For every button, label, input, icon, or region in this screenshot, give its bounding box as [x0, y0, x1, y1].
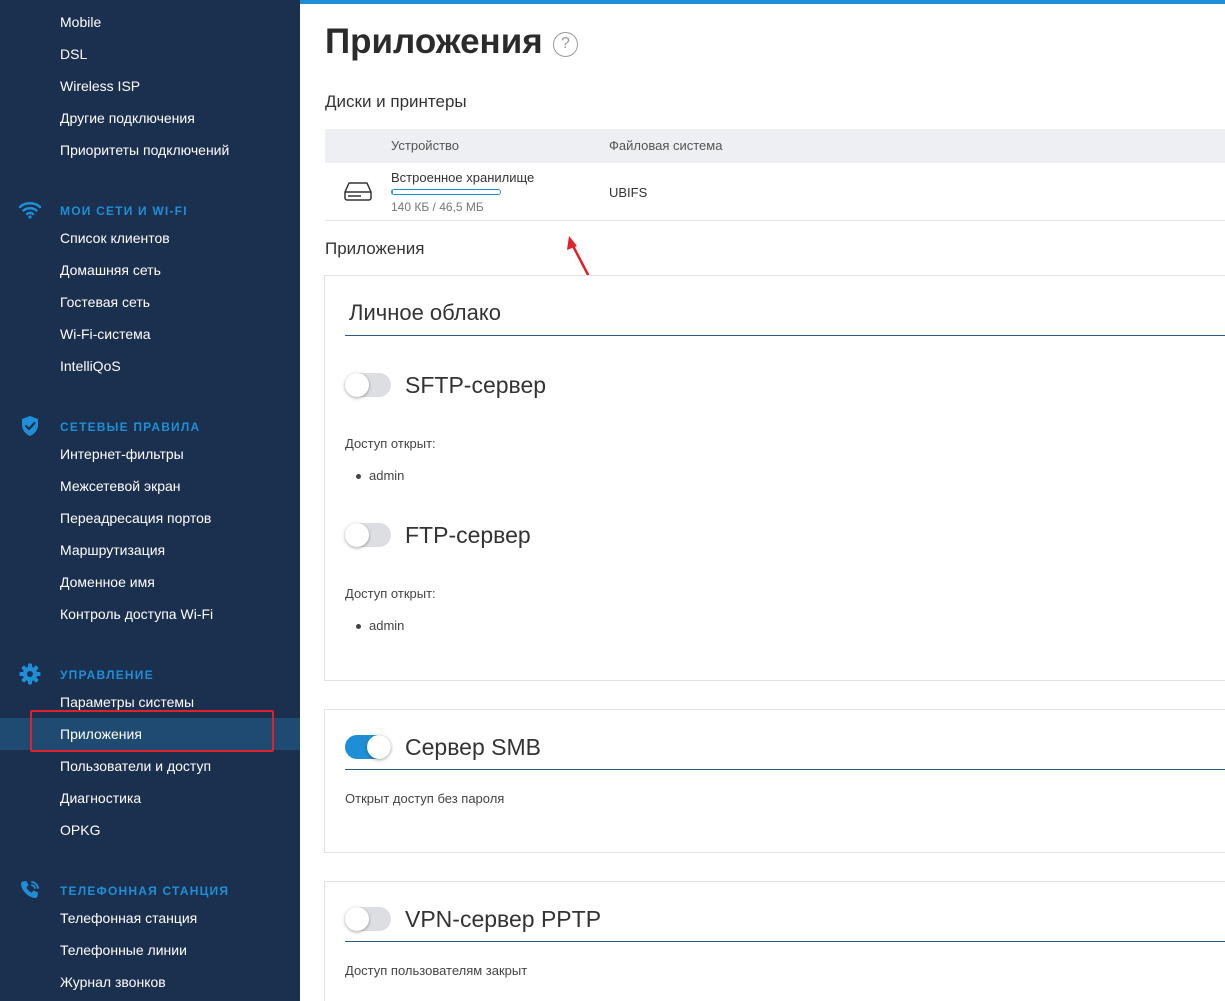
- gear-icon: [19, 663, 41, 685]
- page-title: Приложения: [325, 22, 543, 61]
- nav-item-routing[interactable]: Маршрутизация: [60, 542, 165, 558]
- ftp-access-label: Доступ открыт:: [345, 586, 436, 601]
- nav-item-system-settings[interactable]: Параметры системы: [60, 694, 194, 710]
- pptp-card: VPN-сервер PPTP Доступ пользователям зак…: [324, 881, 1225, 1001]
- nav-item-guest-network[interactable]: Гостевая сеть: [60, 294, 150, 310]
- nav-item-other-connections[interactable]: Другие подключения: [60, 110, 195, 126]
- card-divider: [345, 769, 1225, 770]
- sftp-toggle[interactable]: [345, 373, 391, 397]
- toggle-knob: [345, 907, 369, 931]
- phone-icon: [20, 881, 39, 899]
- nav-item-phone-station[interactable]: Телефонная станция: [60, 910, 197, 926]
- section-title-telephony: ТЕЛЕФОННАЯ СТАНЦИЯ: [60, 884, 230, 898]
- disk-usage-bar: [391, 189, 501, 195]
- ftp-toggle[interactable]: [345, 523, 391, 547]
- smb-card: Сервер SMB Открыт доступ без пароля: [324, 709, 1225, 853]
- nav-item-phone-lines[interactable]: Телефонные линии: [60, 942, 187, 958]
- disk-table-header: Устройство Файловая система: [325, 129, 1225, 163]
- section-title-network-rules: СЕТЕВЫЕ ПРАВИЛА: [60, 420, 201, 434]
- shield-icon: [22, 416, 38, 436]
- nav-item-active-highlight: [0, 718, 300, 750]
- nav-item-users-access[interactable]: Пользователи и доступ: [60, 758, 211, 774]
- nav-item-domain-name[interactable]: Доменное имя: [60, 574, 155, 590]
- nav-item-opkg[interactable]: OPKG: [60, 822, 100, 838]
- nav-item-diagnostics[interactable]: Диагностика: [60, 790, 141, 806]
- ftp-title: FTP-сервер: [405, 522, 531, 548]
- nav-item-dsl[interactable]: DSL: [60, 46, 87, 62]
- personal-cloud-card: Личное облако SFTP-сервер Доступ открыт:…: [324, 275, 1225, 681]
- smb-toggle[interactable]: [345, 735, 391, 759]
- help-icon[interactable]: ?: [553, 32, 578, 57]
- nav-item-mobile[interactable]: Mobile: [60, 14, 101, 30]
- pptp-note: Доступ пользователям закрыт: [345, 963, 528, 978]
- wifi-icon: [18, 202, 42, 219]
- card-divider: [345, 335, 1225, 336]
- card-divider: [345, 941, 1225, 942]
- smb-note: Открыт доступ без пароля: [345, 791, 505, 806]
- pptp-title: VPN-сервер PPTP: [405, 906, 602, 932]
- toggle-knob: [345, 373, 369, 397]
- hard-drive-icon: [344, 182, 372, 201]
- disk-name: Встроенное хранилище: [391, 170, 535, 185]
- nav-item-home-network[interactable]: Домашняя сеть: [60, 262, 161, 278]
- sftp-access-label: Доступ открыт:: [345, 436, 436, 451]
- disk-usage-text: 140 КБ / 46,5 МБ: [391, 200, 484, 214]
- toggle-knob: [367, 735, 391, 759]
- sftp-title: SFTP-сервер: [405, 372, 547, 398]
- top-accent-bar: [300, 0, 1225, 4]
- nav-item-call-log[interactable]: Журнал звонков: [60, 974, 166, 990]
- section-title-management: УПРАВЛЕНИЕ: [60, 668, 154, 682]
- nav-item-firewall[interactable]: Межсетевой экран: [60, 478, 181, 494]
- ftp-user-item: admin: [355, 618, 405, 633]
- section-title-networks: МОИ СЕТИ И WI-FI: [60, 204, 188, 218]
- nav-item-wifi-system[interactable]: Wi-Fi-система: [60, 326, 151, 342]
- disks-heading: Диски и принтеры: [325, 92, 467, 111]
- nav-item-wifi-access-control[interactable]: Контроль доступа Wi-Fi: [60, 606, 213, 622]
- table-row[interactable]: Встроенное хранилище 140 КБ / 46,5 МБ UB…: [325, 163, 1225, 221]
- nav-item-clients[interactable]: Список клиентов: [60, 230, 170, 246]
- nav-item-intelliqos[interactable]: IntelliQoS: [60, 358, 121, 374]
- nav-item-internet-filters[interactable]: Интернет-фильтры: [60, 446, 184, 462]
- sftp-user-item: admin: [355, 468, 405, 483]
- nav-item-wireless-isp[interactable]: Wireless ISP: [60, 78, 140, 94]
- column-header-filesystem: Файловая система: [609, 138, 723, 153]
- nav-item-port-forwarding[interactable]: Переадресация портов: [60, 510, 211, 526]
- disk-filesystem: UBIFS: [609, 185, 648, 200]
- toggle-knob: [345, 523, 369, 547]
- nav-item-applications[interactable]: Приложения: [60, 726, 142, 742]
- smb-title: Сервер SMB: [405, 734, 541, 760]
- column-header-device: Устройство: [391, 138, 460, 153]
- pptp-toggle[interactable]: [345, 907, 391, 931]
- card-title-personal-cloud: Личное облако: [349, 300, 501, 325]
- sidebar: Mobile DSL Wireless ISP Другие подключен…: [0, 0, 300, 1001]
- nav-item-connection-priorities[interactable]: Приоритеты подключений: [60, 142, 229, 158]
- apps-heading: Приложения: [325, 239, 425, 258]
